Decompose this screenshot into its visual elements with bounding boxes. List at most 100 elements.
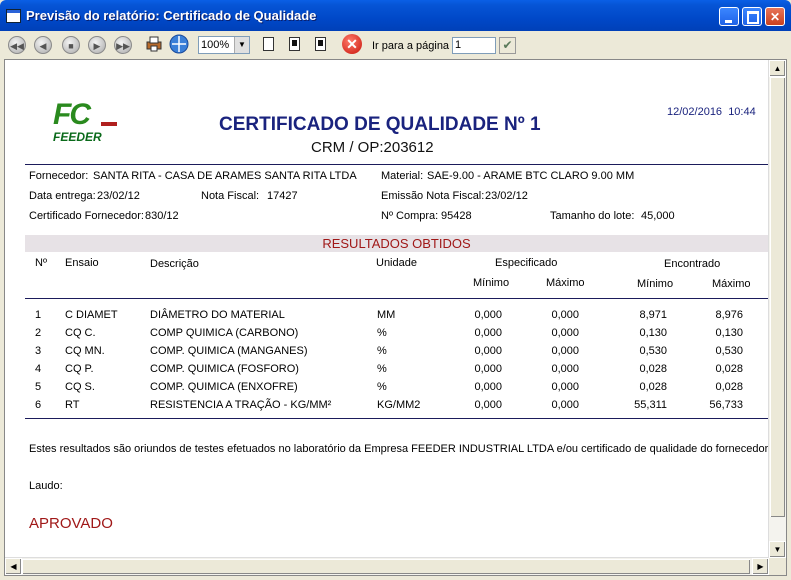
zoom-select[interactable]: 100% ▼ [198, 36, 250, 54]
next-page-button[interactable]: ▶ [88, 36, 106, 54]
report-page: FC FEEDER CERTIFICADO DE QUALIDADE Nº 1 … [5, 60, 769, 558]
last-page-button[interactable]: ▶▶ [114, 36, 132, 54]
scroll-up-button[interactable]: ▲ [769, 60, 786, 77]
table-cell-descricao: COMP QUIMICA (CARBONO) [150, 327, 299, 339]
previous-page-icon: ◀ [39, 41, 47, 51]
close-preview-button[interactable]: ✕ [342, 34, 362, 54]
table-cell-esp-max: 0,000 [551, 363, 579, 375]
table-cell-ensaio: C DIAMET [65, 309, 118, 321]
table-cell-descricao: COMP. QUIMICA (MANGANES) [150, 345, 308, 357]
arrow-left-icon: ◀ [10, 562, 17, 571]
col-header-n: Nº [35, 257, 47, 269]
close-button[interactable]: ✕ [765, 7, 785, 26]
scrollbar-corner [769, 558, 786, 575]
close-icon: ✕ [346, 36, 358, 52]
lote-label: Tamanho do lote: [550, 210, 635, 222]
printer-icon [146, 36, 162, 52]
table-cell-unidade: % [377, 363, 387, 375]
table-cell-unidade: MM [377, 309, 396, 321]
goto-page-input[interactable]: 1 [452, 37, 496, 54]
table-cell-n: 4 [35, 363, 42, 375]
data-entrega-value: 23/02/12 [97, 190, 140, 202]
first-page-button[interactable]: ◀◀ [8, 36, 26, 54]
vertical-scroll-thumb[interactable] [770, 77, 785, 517]
material-value: SAE-9.00 - ARAME BTC CLARO 9.00 MM [427, 170, 635, 182]
minimize-button[interactable] [719, 7, 739, 26]
arrow-right-icon: ▶ [757, 562, 764, 571]
first-page-icon: ◀◀ [10, 41, 24, 51]
scroll-right-button[interactable]: ▶ [752, 558, 769, 575]
last-page-icon: ▶▶ [116, 41, 130, 51]
table-cell-ensaio: CQ C. [65, 327, 96, 339]
logo-name: FEEDER [53, 130, 102, 144]
table-cell-unidade: % [377, 345, 387, 357]
table-cell-esp-max: 0,000 [551, 381, 579, 393]
stop-button[interactable]: ■ [62, 36, 80, 54]
chevron-down-icon[interactable]: ▼ [234, 37, 249, 53]
single-page-view-button[interactable] [263, 37, 274, 51]
table-cell-esp-min: 0,000 [474, 345, 502, 357]
table-cell-esp-max: 0,000 [551, 399, 579, 411]
fornecedor-label: Fornecedor: [29, 170, 89, 182]
table-cell-enc-max: 8,976 [715, 309, 743, 321]
preview-toolbar: ◀◀ ◀ ■ ▶ ▶▶ 100% ▼ ✕ Ir para a página 1 … [4, 31, 787, 59]
table-cell-ensaio: CQ MN. [65, 345, 105, 357]
print-button[interactable] [168, 34, 190, 54]
two-page-view-button[interactable] [289, 37, 300, 51]
table-cell-esp-min: 0,000 [474, 363, 502, 375]
stop-icon: ■ [68, 41, 74, 51]
print-setup-button[interactable] [146, 36, 162, 52]
goto-page-label: Ir para a página [372, 40, 450, 52]
window-title: Previsão do relatório: Certificado de Qu… [26, 8, 317, 23]
arrow-up-icon: ▲ [773, 64, 782, 73]
col-header-unidade: Unidade [376, 257, 417, 269]
col-header-descricao: Descrição [150, 258, 199, 270]
window-icon [6, 9, 21, 23]
nota-fiscal-value: 17427 [267, 190, 298, 202]
title-bar[interactable]: Previsão do relatório: Certificado de Qu… [0, 0, 791, 31]
table-cell-n: 2 [35, 327, 42, 339]
table-cell-enc-max: 0,130 [715, 327, 743, 339]
table-cell-enc-max: 0,028 [715, 381, 743, 393]
table-cell-descricao: COMP. QUIMICA (FOSFORO) [150, 363, 299, 375]
table-cell-descricao: DIÂMETRO DO MATERIAL [150, 309, 285, 321]
crm-op-label: CRM / OP: [311, 139, 384, 156]
scroll-down-button[interactable]: ▼ [769, 541, 786, 558]
table-cell-esp-min: 0,000 [474, 381, 502, 393]
col-header-enc-minimo: Mínimo [637, 278, 674, 290]
n-compra-value: 95428 [441, 210, 472, 222]
scroll-left-button[interactable]: ◀ [5, 558, 22, 575]
report-timestamp: 12/02/2016 10:44 [667, 106, 756, 118]
next-page-icon: ▶ [93, 41, 101, 51]
previous-page-button[interactable]: ◀ [34, 36, 52, 54]
vertical-scrollbar[interactable]: ▲ ▼ [768, 60, 786, 558]
laudo-value: APROVADO [29, 515, 113, 532]
emissao-label: Emissão Nota Fiscal: [381, 190, 485, 202]
data-entrega-label: Data entrega: [29, 190, 96, 202]
laudo-label: Laudo: [29, 480, 63, 492]
table-cell-esp-min: 0,000 [474, 399, 502, 411]
horizontal-scrollbar[interactable]: ◀ ▶ [5, 557, 769, 575]
cert-fornecedor-label: Certificado Fornecedor: [29, 210, 144, 222]
table-cell-unidade: % [377, 381, 387, 393]
col-header-encontrado: Encontrado [664, 258, 721, 270]
divider [25, 164, 768, 165]
table-cell-enc-min: 0,130 [639, 327, 667, 339]
table-cell-enc-min: 8,971 [639, 309, 667, 321]
crm-op: CRM / OP:203612 [311, 139, 434, 156]
multi-page-view-button[interactable] [315, 37, 326, 51]
goto-page-button[interactable]: ✔ [499, 37, 516, 54]
footer-note: Estes resultados são oriundos de testes … [29, 443, 769, 455]
divider [25, 298, 768, 299]
logo-mark: FC [53, 98, 91, 131]
table-cell-esp-min: 0,000 [474, 327, 502, 339]
cert-fornecedor-value: 830/12 [145, 210, 179, 222]
table-cell-enc-min: 55,311 [634, 399, 667, 411]
zoom-value: 100% [201, 39, 230, 51]
globe-printer-icon [169, 34, 189, 54]
table-cell-esp-max: 0,000 [551, 327, 579, 339]
horizontal-scroll-thumb[interactable] [22, 559, 750, 574]
maximize-button[interactable] [742, 7, 762, 26]
crm-op-value: 203612 [383, 139, 434, 156]
table-cell-enc-min: 0,530 [639, 345, 667, 357]
